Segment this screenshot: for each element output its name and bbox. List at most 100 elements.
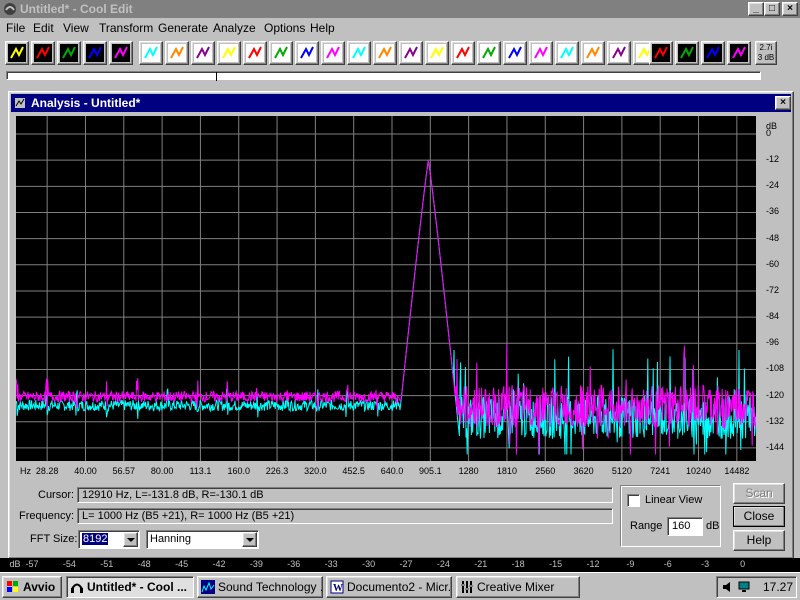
menu-file[interactable]: File xyxy=(6,21,25,35)
spectrum-app-icon xyxy=(201,580,215,594)
toolbar-open-button[interactable] xyxy=(31,41,55,65)
menu-analyze[interactable]: Analyze xyxy=(213,21,256,35)
menu-view[interactable]: View xyxy=(63,21,89,35)
toolbar-envelope-b-button[interactable] xyxy=(675,41,699,65)
meter-scale-label: -30 xyxy=(362,559,376,569)
rewind-icon xyxy=(142,44,160,62)
x-tick-label: 10240 xyxy=(686,466,712,476)
task-label: Untitled* - Cool ... xyxy=(87,580,187,594)
meter-scale-label: -15 xyxy=(549,559,563,569)
y-tick-label: 0 xyxy=(766,128,772,138)
linear-view-label[interactable]: Linear View xyxy=(645,494,702,506)
toolbar-flanger-button[interactable] xyxy=(477,41,501,65)
x-tick-label: 905.1 xyxy=(419,466,442,476)
toolbar-filter-button[interactable] xyxy=(425,41,449,65)
volume-icon[interactable] xyxy=(721,580,735,594)
waveform-overview[interactable] xyxy=(6,71,761,81)
toolbar-envelope-d-button[interactable] xyxy=(727,41,751,65)
toolbar-spectrum-button[interactable] xyxy=(347,41,371,65)
close-button[interactable]: Close xyxy=(733,506,785,527)
range-label: Range xyxy=(630,520,663,532)
menu-edit[interactable]: Edit xyxy=(33,21,54,35)
window-function-select[interactable]: Hanning xyxy=(146,530,259,549)
fft-size-select[interactable]: 8192 xyxy=(78,530,140,549)
meter-scale-label: -9 xyxy=(626,559,635,569)
app-close-button[interactable]: × xyxy=(782,2,798,16)
toolbar-cue-button[interactable] xyxy=(83,41,107,65)
start-button[interactable]: Avvio xyxy=(2,576,62,598)
toolbar-eq-button[interactable] xyxy=(529,41,553,65)
menu-bar: File Edit View Transform Generate Analyz… xyxy=(0,19,800,37)
window-function-value: Hanning xyxy=(150,533,191,545)
analysis-close-button[interactable]: × xyxy=(775,96,791,110)
toolbar-mix-button[interactable] xyxy=(269,41,293,65)
loop-icon xyxy=(194,44,212,62)
meter-scale-label: -36 xyxy=(287,559,301,569)
windows-logo-icon xyxy=(7,581,18,592)
network-icon[interactable] xyxy=(737,580,751,594)
save-icon xyxy=(60,44,78,62)
toolbar-echo-button[interactable] xyxy=(399,41,423,65)
toolbar-brainwave-button[interactable] xyxy=(607,41,631,65)
level-readout[interactable]: 2.7i 3 dB xyxy=(755,41,777,65)
new-icon xyxy=(8,44,26,62)
meter-scale-label: -33 xyxy=(324,559,338,569)
toolbar-new-button[interactable] xyxy=(5,41,29,65)
toolbar-note-button[interactable] xyxy=(217,41,241,65)
menu-generate[interactable]: Generate xyxy=(158,21,208,35)
toolbar-loop-button[interactable] xyxy=(191,41,215,65)
reverb-icon xyxy=(454,44,472,62)
chevron-down-icon[interactable] xyxy=(123,532,138,547)
task-creative-mixer[interactable]: Creative Mixer xyxy=(456,576,580,598)
help-button[interactable]: Help xyxy=(733,530,785,551)
y-tick-label: -84 xyxy=(766,311,780,322)
spectrum-plot[interactable] xyxy=(16,116,756,461)
toolbar-amplitude-button[interactable] xyxy=(321,41,345,65)
headphones-icon xyxy=(112,44,130,62)
toolbar-envelope-c-button[interactable] xyxy=(701,41,725,65)
meter-scale-label: -12 xyxy=(586,559,600,569)
menu-help[interactable]: Help xyxy=(310,21,335,35)
toolbar-reverb-button[interactable] xyxy=(451,41,475,65)
range-input[interactable]: 160 xyxy=(667,517,703,536)
chevron-down-icon[interactable] xyxy=(242,532,257,547)
meter-scale-label: -42 xyxy=(212,559,226,569)
toolbar-record-dot-button[interactable] xyxy=(243,41,267,65)
meter-scale-label: -57 xyxy=(25,559,39,569)
toolbar-noise-button[interactable] xyxy=(555,41,579,65)
toolbar-timer-button[interactable] xyxy=(373,41,397,65)
brainwave-icon xyxy=(610,44,628,62)
svg-text:W: W xyxy=(333,583,343,594)
scan-button[interactable]: Scan xyxy=(733,483,785,504)
toolbar-wave-button[interactable] xyxy=(581,41,605,65)
task-label: Creative Mixer xyxy=(477,580,555,594)
toolbar-chorus-button[interactable] xyxy=(503,41,527,65)
toolbar-envelope-a-button[interactable] xyxy=(649,41,673,65)
maximize-button[interactable]: □ xyxy=(764,2,780,16)
envelope-c-icon xyxy=(704,44,722,62)
meter-scale-label: -54 xyxy=(62,559,76,569)
x-tick-label: 226.3 xyxy=(265,466,289,476)
meter-scale-label: -6 xyxy=(663,559,672,569)
toolbar-save-button[interactable] xyxy=(57,41,81,65)
x-tick-label: 14482 xyxy=(724,466,750,476)
menu-transform[interactable]: Transform xyxy=(99,21,153,35)
level-meter: dB -57 -54 -51 -48 -45 -42 -39 -36 -33 -30 -27 -24 -2… xyxy=(0,558,800,572)
task-sound-technology[interactable]: Sound Technology ... xyxy=(197,576,323,598)
toolbar-down-arrow-button[interactable] xyxy=(295,41,319,65)
taskbar: Avvio Untitled* - Cool ... Sound Technol… xyxy=(0,572,800,600)
y-tick-label: -96 xyxy=(766,337,780,348)
menu-options[interactable]: Options xyxy=(264,21,305,35)
echo-icon xyxy=(402,44,420,62)
toolbar-rewind-button[interactable] xyxy=(139,41,163,65)
linear-view-checkbox[interactable] xyxy=(627,494,640,507)
toolbar-silence-button[interactable] xyxy=(165,41,189,65)
toolbar-headphones-button[interactable] xyxy=(109,41,133,65)
x-tick-label: 160.0 xyxy=(227,466,250,476)
noise-icon xyxy=(558,44,576,62)
y-tick-label: -132 xyxy=(766,415,785,426)
task-word-document[interactable]: W Documento2 - Micr... xyxy=(326,576,452,598)
minimize-button[interactable]: _ xyxy=(748,2,764,16)
task-cool-edit[interactable]: Untitled* - Cool ... xyxy=(66,576,194,598)
meter-scale-label: -18 xyxy=(511,559,525,569)
